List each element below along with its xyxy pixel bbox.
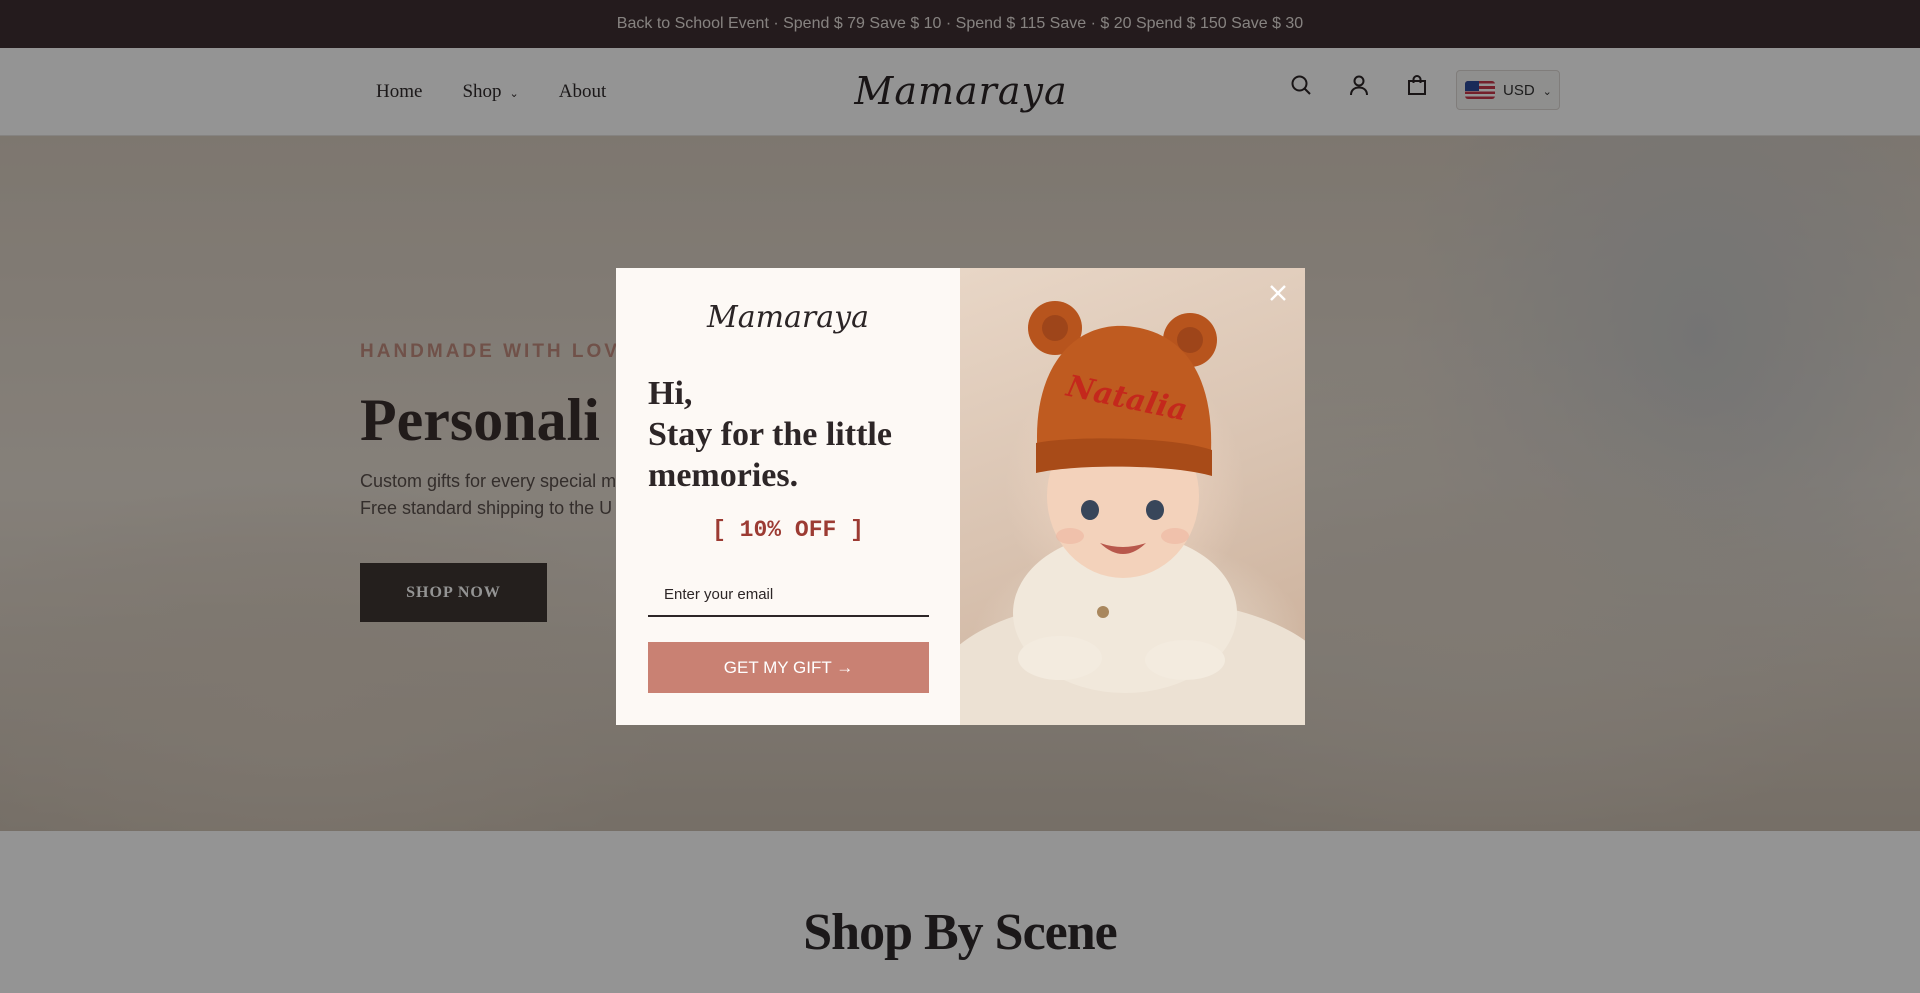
email-field[interactable] bbox=[648, 573, 929, 617]
close-icon[interactable] bbox=[1265, 280, 1291, 306]
popup-image: Natalia bbox=[960, 268, 1305, 725]
popup-heading-line: memories. bbox=[648, 457, 799, 494]
discount-offer: [ 10% OFF ] bbox=[712, 517, 864, 543]
popup-heading-line: Stay for the little bbox=[648, 416, 892, 453]
get-my-gift-button[interactable]: GET MY GIFT → bbox=[648, 642, 929, 693]
popup-heading: Hi, Stay for the little memories. bbox=[648, 373, 938, 496]
baby-photo: Natalia bbox=[960, 301, 1305, 725]
signup-popup: Mamaraya Hi, Stay for the little memorie… bbox=[616, 268, 1305, 725]
popup-form-panel: Mamaraya Hi, Stay for the little memorie… bbox=[616, 268, 960, 725]
popup-logo: Mamaraya bbox=[707, 300, 869, 335]
popup-heading-line: Hi, bbox=[648, 375, 693, 412]
